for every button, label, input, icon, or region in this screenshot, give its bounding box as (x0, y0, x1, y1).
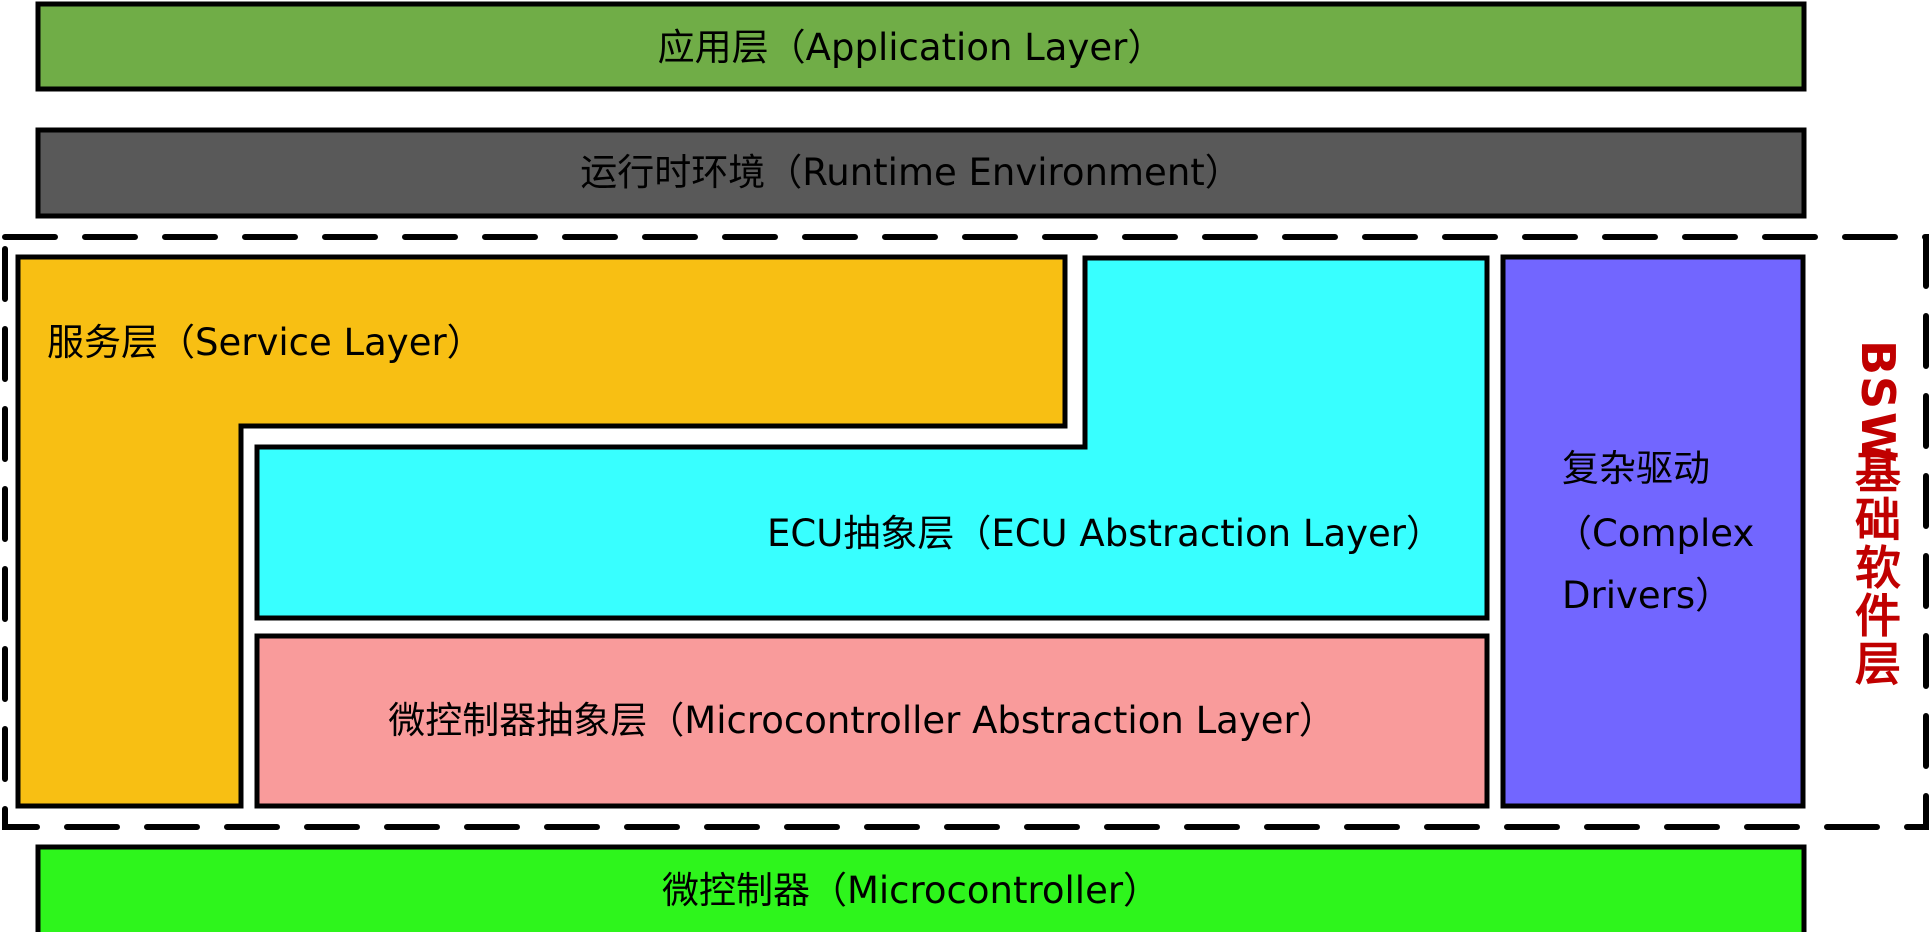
bsw-label-char: 软 (1855, 541, 1901, 595)
mcal-label: 微控制器抽象层（Microcontroller Abstraction Laye… (388, 699, 1335, 742)
bsw-label: BSW基础软件层 (1851, 340, 1905, 691)
bsw-label-char: 础 (1855, 493, 1901, 547)
bsw-label-char: S (1851, 376, 1905, 409)
bsw-label-char: B (1851, 340, 1905, 375)
complex-drivers-label-line2: （Complex (1555, 512, 1754, 555)
complex-drivers-label-line3: Drivers） (1562, 574, 1732, 617)
complex-drivers-label-line1: 复杂驱动 (1562, 447, 1710, 490)
bsw-label-char: 基 (1855, 445, 1901, 499)
bsw-label-char: 件 (1855, 589, 1901, 643)
autosar-architecture-diagram: 应用层（Application Layer） 运行时环境（Runtime Env… (2, 1, 1929, 932)
application-layer-label: 应用层（Application Layer） (658, 26, 1165, 69)
microcontroller-label: 微控制器（Microcontroller） (662, 869, 1160, 912)
rte-label: 运行时环境（Runtime Environment） (580, 151, 1242, 194)
service-layer-label: 服务层（Service Layer） (47, 321, 484, 364)
ecu-abstraction-layer-label: ECU抽象层（ECU Abstraction Layer） (767, 512, 1443, 555)
bsw-label-char: 层 (1855, 637, 1901, 691)
